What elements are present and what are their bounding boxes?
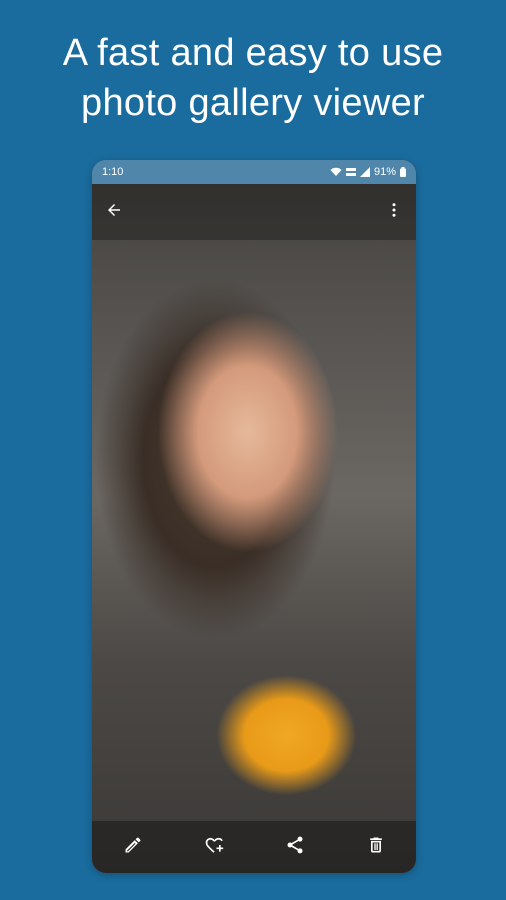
delete-icon xyxy=(366,835,386,860)
share-button[interactable] xyxy=(275,827,315,867)
viewer-top-bar xyxy=(92,184,416,240)
edit-button[interactable] xyxy=(113,827,153,867)
promo-screen: A fast and easy to use photo gallery vie… xyxy=(0,0,506,900)
favorite-add-icon xyxy=(204,835,224,860)
gallery-photo[interactable] xyxy=(92,184,416,873)
favorite-button[interactable] xyxy=(194,827,234,867)
share-icon xyxy=(285,835,305,860)
volte-icon xyxy=(345,167,356,177)
back-button[interactable] xyxy=(100,198,128,226)
more-options-button[interactable] xyxy=(380,198,408,226)
battery-percent: 91% xyxy=(373,166,396,178)
arrow-back-icon xyxy=(105,201,123,224)
promo-headline: A fast and easy to use photo gallery vie… xyxy=(0,28,506,128)
wifi-icon xyxy=(330,167,342,177)
status-bar: 1:10 91% xyxy=(92,160,416,184)
edit-icon xyxy=(123,835,143,860)
more-vert-icon xyxy=(385,201,403,224)
status-time: 1:10 xyxy=(102,166,124,178)
delete-button[interactable] xyxy=(356,827,396,867)
phone-frame: 1:10 91% xyxy=(92,160,416,873)
status-icons: 91% xyxy=(330,166,406,178)
headline-line-2: photo gallery viewer xyxy=(81,82,425,124)
signal-icon xyxy=(359,167,370,177)
battery-icon xyxy=(400,167,406,177)
viewer-bottom-bar xyxy=(92,821,416,873)
headline-line-1: A fast and easy to use xyxy=(62,32,444,74)
